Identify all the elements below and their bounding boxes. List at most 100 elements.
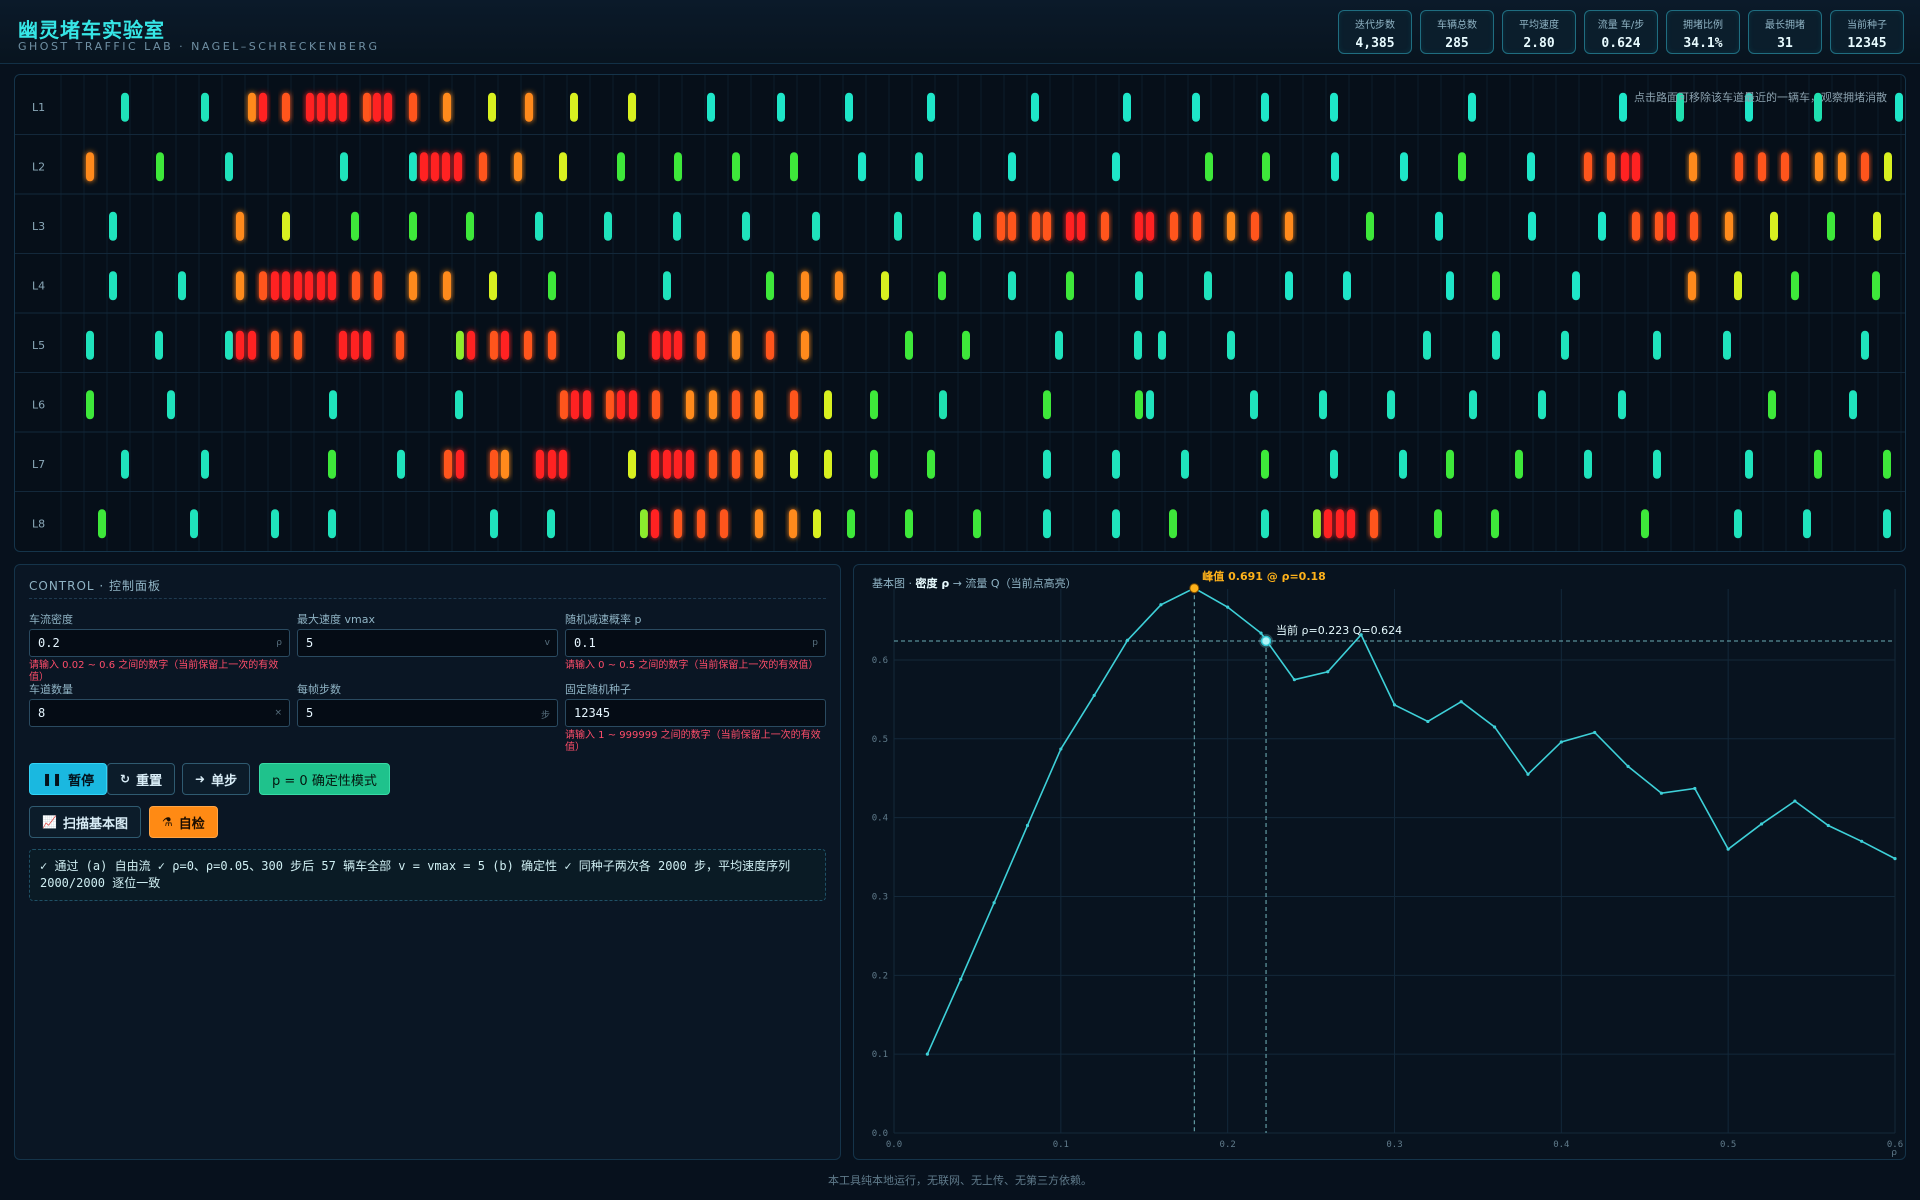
car[interactable] xyxy=(374,271,382,301)
car[interactable] xyxy=(1515,449,1523,479)
car[interactable] xyxy=(155,330,163,360)
car[interactable] xyxy=(651,449,659,479)
car[interactable] xyxy=(548,449,556,479)
car[interactable] xyxy=(1331,152,1339,182)
car[interactable] xyxy=(1181,449,1189,479)
car[interactable] xyxy=(236,330,244,360)
car[interactable] xyxy=(674,509,682,539)
car[interactable] xyxy=(1066,211,1074,241)
car[interactable] xyxy=(1336,509,1344,539)
car[interactable] xyxy=(1262,152,1270,182)
car[interactable] xyxy=(317,92,325,122)
car[interactable] xyxy=(1655,211,1663,241)
car[interactable] xyxy=(1861,152,1869,182)
car[interactable] xyxy=(443,92,451,122)
car[interactable] xyxy=(1032,211,1040,241)
car[interactable] xyxy=(363,92,371,122)
car[interactable] xyxy=(858,152,866,182)
lanes-input-box[interactable]: × xyxy=(29,699,290,727)
car[interactable] xyxy=(1619,92,1627,122)
car[interactable] xyxy=(742,211,750,241)
car[interactable] xyxy=(329,390,337,420)
car[interactable] xyxy=(86,330,94,360)
car[interactable] xyxy=(351,330,359,360)
car[interactable] xyxy=(1261,449,1269,479)
car[interactable] xyxy=(583,390,591,420)
car[interactable] xyxy=(1285,211,1293,241)
car[interactable] xyxy=(1641,509,1649,539)
car[interactable] xyxy=(259,92,267,122)
car[interactable] xyxy=(617,152,625,182)
car[interactable] xyxy=(1791,271,1799,301)
car[interactable] xyxy=(720,509,728,539)
car[interactable] xyxy=(870,390,878,420)
car[interactable] xyxy=(1735,152,1743,182)
car[interactable] xyxy=(707,92,715,122)
car[interactable] xyxy=(905,330,913,360)
car[interactable] xyxy=(801,330,809,360)
slowdown-input-box[interactable]: p xyxy=(565,629,826,657)
car[interactable] xyxy=(1653,449,1661,479)
car[interactable] xyxy=(1689,152,1697,182)
car[interactable] xyxy=(1572,271,1580,301)
car[interactable] xyxy=(444,449,452,479)
car[interactable] xyxy=(1330,449,1338,479)
car[interactable] xyxy=(1170,211,1178,241)
car[interactable] xyxy=(628,449,636,479)
car[interactable] xyxy=(1688,271,1696,301)
car[interactable] xyxy=(109,211,117,241)
car[interactable] xyxy=(663,271,671,301)
car[interactable] xyxy=(501,330,509,360)
car[interactable] xyxy=(673,211,681,241)
car[interactable] xyxy=(86,390,94,420)
car[interactable] xyxy=(1043,509,1051,539)
car[interactable] xyxy=(617,330,625,360)
car[interactable] xyxy=(997,211,1005,241)
car[interactable] xyxy=(973,211,981,241)
car[interactable] xyxy=(674,330,682,360)
car[interactable] xyxy=(927,449,935,479)
car[interactable] xyxy=(1251,211,1259,241)
car[interactable] xyxy=(201,92,209,122)
car[interactable] xyxy=(1135,390,1143,420)
car[interactable] xyxy=(1883,449,1891,479)
car[interactable] xyxy=(1561,330,1569,360)
car[interactable] xyxy=(1101,211,1109,241)
car[interactable] xyxy=(167,390,175,420)
car[interactable] xyxy=(547,509,555,539)
car[interactable] xyxy=(490,449,498,479)
car[interactable] xyxy=(328,449,336,479)
car[interactable] xyxy=(1008,271,1016,301)
car[interactable] xyxy=(1770,211,1778,241)
car[interactable] xyxy=(1399,449,1407,479)
car[interactable] xyxy=(663,449,671,479)
car[interactable] xyxy=(915,152,923,182)
car[interactable] xyxy=(409,211,417,241)
car[interactable] xyxy=(456,330,464,360)
car[interactable] xyxy=(813,509,821,539)
car[interactable] xyxy=(384,92,392,122)
pause-button[interactable]: ❚❚ 暂停 xyxy=(29,763,108,795)
car[interactable] xyxy=(1387,390,1395,420)
car[interactable] xyxy=(248,92,256,122)
car[interactable] xyxy=(442,152,450,182)
car[interactable] xyxy=(1734,509,1742,539)
car[interactable] xyxy=(201,449,209,479)
car[interactable] xyxy=(351,211,359,241)
car[interactable] xyxy=(98,509,106,539)
car[interactable] xyxy=(339,330,347,360)
car[interactable] xyxy=(109,271,117,301)
slowdown-input[interactable] xyxy=(566,630,825,656)
car[interactable] xyxy=(1446,449,1454,479)
car[interactable] xyxy=(1112,152,1120,182)
car[interactable] xyxy=(282,211,290,241)
car[interactable] xyxy=(777,92,785,122)
car[interactable] xyxy=(1204,271,1212,301)
car[interactable] xyxy=(755,449,763,479)
car[interactable] xyxy=(1347,509,1355,539)
car[interactable] xyxy=(881,271,889,301)
steps-input-box[interactable]: 步 xyxy=(297,699,558,727)
car[interactable] xyxy=(306,92,314,122)
car[interactable] xyxy=(1112,509,1120,539)
car[interactable] xyxy=(1330,92,1338,122)
